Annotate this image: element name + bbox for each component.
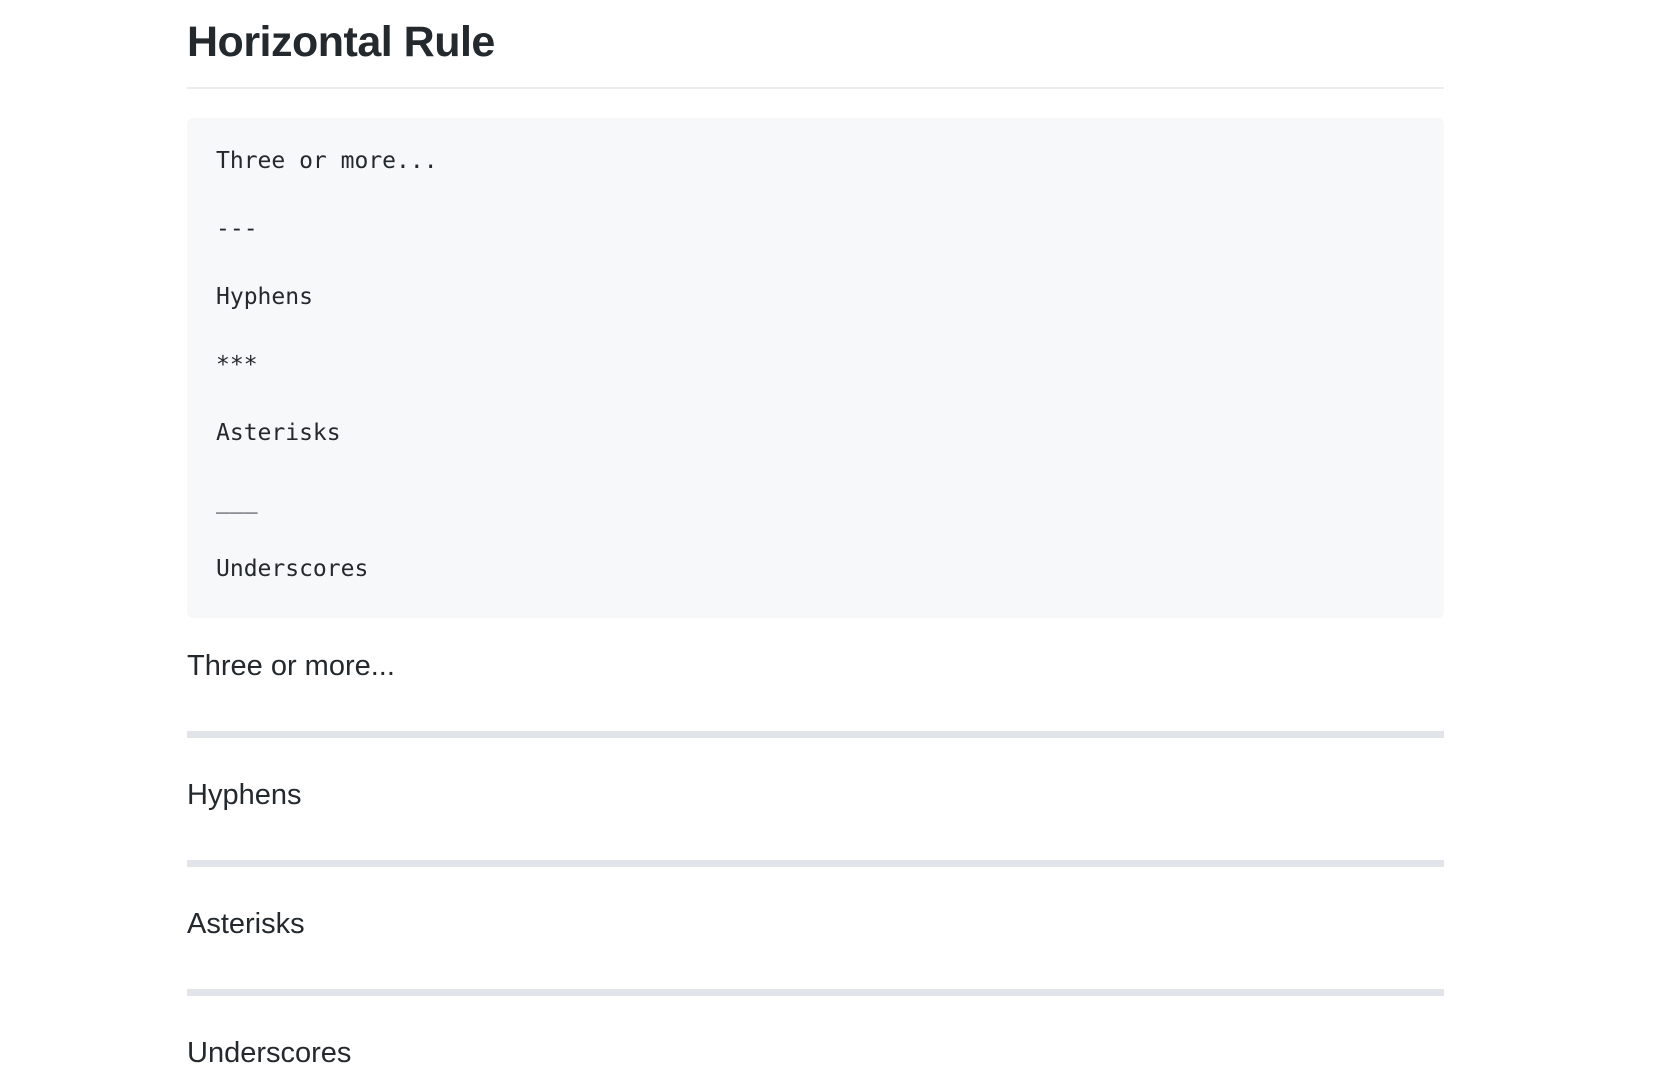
horizontal-rule <box>187 989 1444 996</box>
code-block: Three or more... --- Hyphens *** Asteris… <box>187 118 1444 618</box>
code-line: Underscores <box>216 556 369 582</box>
rendered-paragraph: Three or more... <box>187 650 395 682</box>
page-title: Horizontal Rule <box>187 18 495 66</box>
code-line: --- <box>216 216 258 242</box>
horizontal-rule <box>187 731 1444 738</box>
code-line: ___ <box>216 488 258 514</box>
horizontal-rule <box>187 860 1444 867</box>
rendered-paragraph: Asterisks <box>187 908 305 940</box>
code-line: Hyphens <box>216 284 313 310</box>
code-line: Three or more... <box>216 148 438 174</box>
markdown-article: Horizontal Rule Three or more... --- Hyp… <box>187 0 1444 1070</box>
heading-underline <box>187 87 1444 89</box>
rendered-paragraph: Underscores <box>187 1037 352 1069</box>
code-line: *** <box>216 352 258 378</box>
rendered-paragraph: Hyphens <box>187 779 302 811</box>
code-line: Asterisks <box>216 420 341 446</box>
